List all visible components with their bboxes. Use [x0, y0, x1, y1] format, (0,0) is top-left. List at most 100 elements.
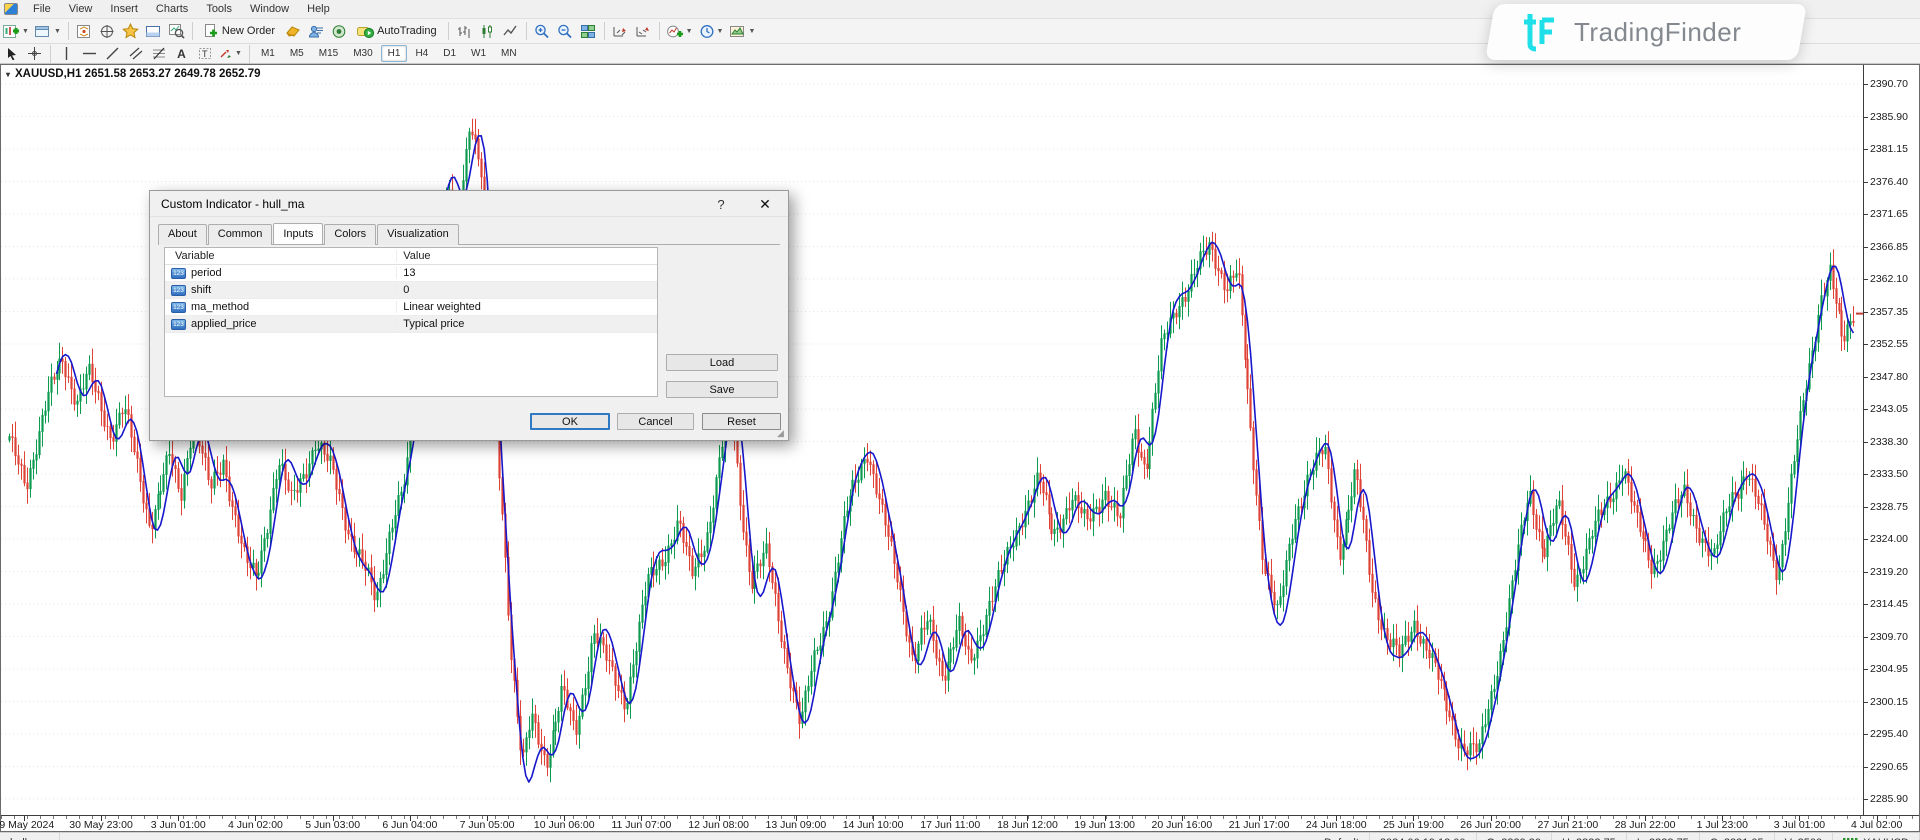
timeframe-h4[interactable]: H4 — [408, 45, 435, 62]
tab-about[interactable]: About — [158, 224, 207, 245]
cursor-button[interactable] — [0, 45, 23, 62]
text-button[interactable]: A — [170, 45, 193, 62]
menu-file[interactable]: File — [24, 1, 60, 17]
market-watch-button[interactable] — [73, 21, 96, 42]
price-axis[interactable]: 2390.702385.902381.152376.402371.652366.… — [1863, 65, 1919, 815]
tab-colors[interactable]: Colors — [324, 224, 376, 245]
price-tick-label: 2290.65 — [1870, 761, 1908, 773]
param-value[interactable]: Typical price — [396, 318, 657, 330]
vertical-line-button[interactable] — [55, 45, 78, 62]
periods-button[interactable]: ▼ — [696, 21, 727, 42]
crosshair-button[interactable] — [23, 45, 46, 62]
dialog-title-bar[interactable]: Custom Indicator - hull_ma ? ✕ — [150, 191, 788, 217]
dialog-tabs: AboutCommonInputsColorsVisualization — [150, 217, 788, 244]
timeframe-h1[interactable]: H1 — [381, 45, 408, 62]
cancel-button[interactable]: Cancel — [617, 413, 694, 430]
indicators-button[interactable]: ▼ — [664, 21, 696, 42]
param-name: ma_method — [191, 301, 249, 313]
fibonacci-button[interactable] — [147, 45, 170, 62]
tradingfinder-logo-text: TradingFinder — [1574, 17, 1741, 48]
price-tick-label: 2347.80 — [1870, 371, 1908, 383]
menu-help[interactable]: Help — [298, 1, 339, 17]
sort-ascending-button[interactable] — [632, 21, 655, 42]
zoom-out-button[interactable] — [554, 21, 577, 42]
tab-inputs[interactable]: Inputs — [273, 223, 323, 244]
custom-indicator-dialog: Custom Indicator - hull_ma ? ✕ AboutComm… — [149, 190, 789, 441]
timeframe-m15[interactable]: M15 — [312, 45, 345, 62]
table-row[interactable]: 123shift0 — [165, 282, 657, 299]
time-tick-label: 3 Jul 01:00 — [1774, 819, 1825, 831]
table-row[interactable]: 123ma_methodLinear weighted — [165, 299, 657, 316]
equidistant-channel-button[interactable] — [124, 45, 147, 62]
chevron-down-icon: ▼ — [748, 28, 755, 35]
tile-windows-button[interactable] — [577, 21, 600, 42]
symbol-ohlc-text: XAUUSD,H1 2651.58 2653.27 2649.78 2652.7… — [15, 68, 261, 80]
menu-insert[interactable]: Insert — [101, 1, 147, 17]
timeframe-m1[interactable]: M1 — [254, 45, 282, 62]
bar-chart-button[interactable] — [453, 21, 476, 42]
data-window-button[interactable] — [96, 21, 119, 42]
price-tick-label: 2385.90 — [1870, 111, 1908, 123]
collapse-triangle-icon[interactable]: ▾ — [6, 70, 10, 79]
time-tick-label: 5 Jun 03:00 — [305, 819, 360, 831]
param-name: applied_price — [191, 318, 256, 330]
candlestick-button[interactable] — [476, 21, 499, 42]
status-profile[interactable]: Default — [1314, 833, 1370, 840]
zoom-in-button[interactable] — [531, 21, 554, 42]
tab-visualization[interactable]: Visualization — [377, 224, 459, 245]
metaeditor-button[interactable] — [281, 21, 304, 42]
time-tick-label: 4 Jun 02:00 — [228, 819, 283, 831]
marketplace-button[interactable] — [327, 21, 350, 42]
table-row[interactable]: 123period13 — [165, 265, 657, 282]
text-label-button[interactable]: T — [193, 45, 216, 62]
dialog-close-button[interactable]: ✕ — [748, 191, 782, 217]
price-tick-label: 2319.20 — [1870, 566, 1908, 578]
resize-grip[interactable]: ◢ — [777, 429, 786, 438]
profiles-button[interactable]: ▼ — [32, 21, 64, 42]
price-tick-label: 2309.70 — [1870, 631, 1908, 643]
timeframe-m5[interactable]: M5 — [283, 45, 311, 62]
new-order-button[interactable]: New Order — [197, 21, 281, 42]
strategy-tester-button[interactable] — [165, 21, 188, 42]
timeframe-m30[interactable]: M30 — [346, 45, 379, 62]
time-tick-label: 3 Jun 01:00 — [151, 819, 206, 831]
param-value[interactable]: 0 — [396, 284, 657, 296]
price-tick-label: 2381.15 — [1870, 143, 1908, 155]
time-tick-label: 12 Jun 08:00 — [688, 819, 749, 831]
dialog-help-button[interactable]: ? — [706, 191, 736, 217]
terminal-button[interactable] — [142, 21, 165, 42]
menu-window[interactable]: Window — [241, 1, 298, 17]
price-tick-label: 2285.90 — [1870, 793, 1908, 805]
timeframe-w1[interactable]: W1 — [464, 45, 493, 62]
timeframe-mn[interactable]: MN — [494, 45, 524, 62]
time-tick-label: 26 Jun 20:00 — [1460, 819, 1521, 831]
navigator-button[interactable] — [119, 21, 142, 42]
sort-descending-button[interactable] — [609, 21, 632, 42]
table-row[interactable]: 123applied_priceTypical price — [165, 316, 657, 333]
community-button[interactable] — [304, 21, 327, 42]
trendline-button[interactable] — [101, 45, 124, 62]
price-tick-label: 2343.05 — [1870, 403, 1908, 415]
status-symbol[interactable]: XAUUSD — [1833, 833, 1920, 840]
time-tick-label: 4 Jul 02:00 — [1851, 819, 1902, 831]
time-axis[interactable]: 29 May 202430 May 23:003 Jun 01:004 Jun … — [1, 815, 1919, 831]
chevron-down-icon: ▼ — [717, 28, 724, 35]
templates-button[interactable]: ▼ — [726, 21, 758, 42]
save-button[interactable]: Save — [666, 381, 778, 398]
chevron-down-icon: ▼ — [235, 50, 242, 57]
menu-tools[interactable]: Tools — [197, 1, 241, 17]
menu-charts[interactable]: Charts — [147, 1, 197, 17]
ok-button[interactable]: OK — [530, 413, 610, 430]
arrows-button[interactable]: ▼ — [216, 45, 245, 62]
new-chart-button[interactable]: ▼ — [0, 21, 32, 42]
timeframe-d1[interactable]: D1 — [436, 45, 463, 62]
reset-button[interactable]: Reset — [702, 413, 781, 430]
load-button[interactable]: Load — [666, 354, 778, 371]
menu-view[interactable]: View — [60, 1, 102, 17]
autotrading-button[interactable]: AutoTrading — [350, 21, 444, 42]
param-value[interactable]: Linear weighted — [396, 301, 657, 313]
horizontal-line-button[interactable] — [78, 45, 101, 62]
tab-common[interactable]: Common — [208, 224, 273, 245]
line-chart-button[interactable] — [499, 21, 522, 42]
param-value[interactable]: 13 — [396, 267, 657, 279]
